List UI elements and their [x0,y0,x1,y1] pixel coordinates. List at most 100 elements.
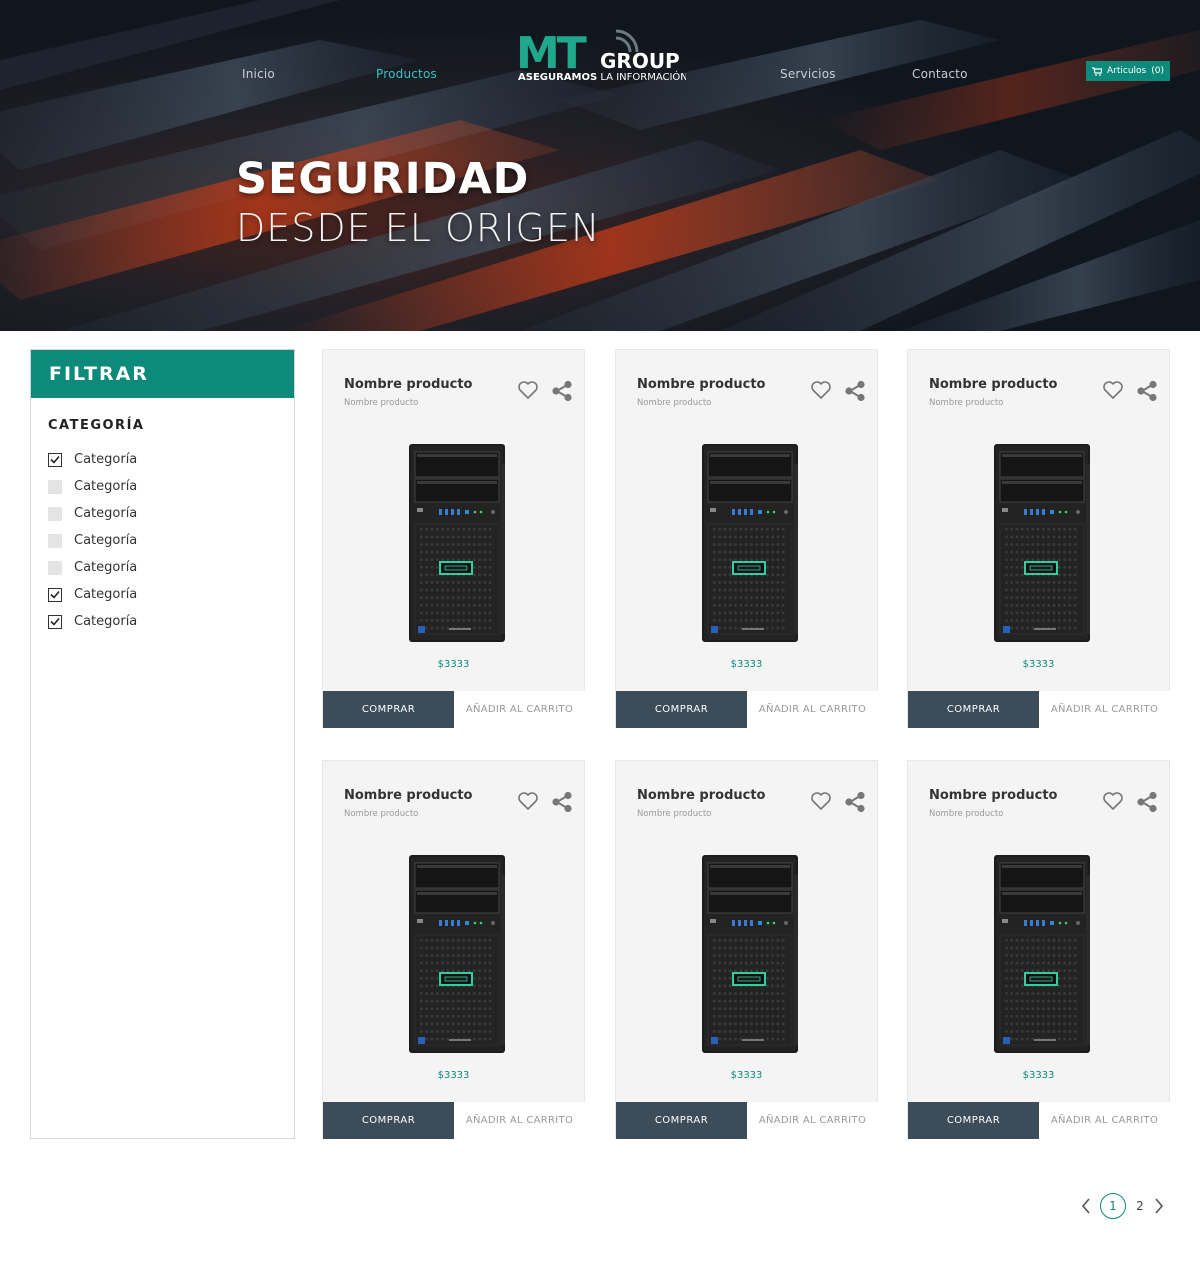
share-icon[interactable] [1136,380,1158,402]
category-label: Categoría [74,452,138,467]
checkbox-unchecked[interactable] [48,560,62,575]
share-icon[interactable] [844,380,866,402]
product-price: $3333 [437,659,470,670]
product-subtitle: Nombre producto [344,809,419,819]
share-icon[interactable] [1136,791,1158,813]
product-name[interactable]: Nombre producto [637,377,765,392]
checkbox-unchecked[interactable] [48,506,62,521]
logo-tagline-bold: ASEGURAMOS [518,72,597,83]
category-filter-item[interactable]: Categoría [48,500,278,527]
category-filter-item[interactable]: Categoría [48,608,278,635]
product-price: $3333 [730,1070,763,1081]
filter-sidebar: FILTRAR CATEGORÍA Categoría Categoría Cate… [30,349,295,1139]
category-label: Categoría [74,614,138,629]
category-filter-item[interactable]: Categoría [48,581,278,608]
category-filter-item[interactable]: Categoría [48,554,278,581]
mt-group-logo[interactable]: MT GROUP ASEGURAMOS LA INFORMACIÓN [516,26,688,84]
product-name[interactable]: Nombre producto [637,788,765,803]
checkbox-checked[interactable] [48,614,62,629]
category-label: Categoría [74,587,138,602]
add-to-cart-button[interactable]: AÑADIR AL CARRITO [747,1102,878,1139]
hero-subtitle: DESDE EL ORIGEN [236,206,601,250]
page-2-button[interactable]: 2 [1132,1193,1148,1219]
checkbox-checked[interactable] [48,587,62,602]
share-icon[interactable] [551,380,573,402]
product-subtitle: Nombre producto [344,398,419,408]
product-name[interactable]: Nombre producto [929,788,1057,803]
heart-icon[interactable] [810,791,832,811]
checkmark-icon [50,590,60,599]
add-to-cart-button[interactable]: AÑADIR AL CARRITO [1039,691,1170,728]
checkmark-icon [50,617,60,626]
filter-header: FILTRAR [31,350,294,398]
server-tower-image [994,855,1090,1053]
product-subtitle: Nombre producto [929,809,1004,819]
product-name[interactable]: Nombre producto [344,788,472,803]
heart-icon[interactable] [517,380,539,400]
product-price: $3333 [1022,659,1055,670]
buy-button[interactable]: COMPRAR [323,1102,454,1139]
share-icon[interactable] [844,791,866,813]
chevron-right-icon[interactable] [1153,1196,1165,1216]
category-filter-item[interactable]: Categoría [48,473,278,500]
server-tower-image [409,444,505,642]
product-card[interactable]: Nombre producto Nombre producto $3333 CO… [322,760,585,1139]
checkbox-unchecked[interactable] [48,533,62,548]
cart-count: (0) [1151,66,1164,76]
product-name[interactable]: Nombre producto [344,377,472,392]
product-subtitle: Nombre producto [637,398,712,408]
checkbox-unchecked[interactable] [48,479,62,494]
product-subtitle: Nombre producto [637,809,712,819]
buy-button[interactable]: COMPRAR [323,691,454,728]
shopping-cart-icon [1092,66,1102,76]
buy-button[interactable]: COMPRAR [908,691,1039,728]
svg-text:ASEGURAMOS LA INFORMACIÓN: ASEGURAMOS LA INFORMACIÓN [518,70,686,83]
cart-label: Articulos [1107,66,1147,76]
buy-button[interactable]: COMPRAR [908,1102,1039,1139]
category-heading: CATEGORÍA [48,418,145,433]
hero-title: SEGURIDAD [236,154,530,204]
nav-servicios[interactable]: Servicios [780,67,836,81]
logo-tagline-rest: LA INFORMACIÓN [597,70,686,83]
product-card[interactable]: Nombre producto Nombre producto $3333 CO… [322,349,585,728]
heart-icon[interactable] [1102,380,1124,400]
heart-icon[interactable] [1102,791,1124,811]
nav-contacto[interactable]: Contacto [912,67,968,81]
product-name[interactable]: Nombre producto [929,377,1057,392]
product-card[interactable]: Nombre producto Nombre producto $3333 CO… [615,349,878,728]
share-icon[interactable] [551,791,573,813]
checkmark-icon [50,455,60,464]
category-filter-item[interactable]: Categoría [48,446,278,473]
buy-button[interactable]: COMPRAR [616,1102,747,1139]
category-label: Categoría [74,533,138,548]
add-to-cart-button[interactable]: AÑADIR AL CARRITO [454,1102,585,1139]
category-label: Categoría [74,560,138,575]
category-label: Categoría [74,479,138,494]
product-card[interactable]: Nombre producto Nombre producto $3333 CO… [907,760,1170,1139]
product-card[interactable]: Nombre producto Nombre producto $3333 CO… [615,760,878,1139]
heart-icon[interactable] [810,380,832,400]
product-card[interactable]: Nombre producto Nombre producto $3333 CO… [907,349,1170,728]
cart-button[interactable]: Articulos (0) [1086,61,1170,81]
server-tower-image [702,444,798,642]
chevron-left-icon[interactable] [1080,1196,1092,1216]
product-price: $3333 [730,659,763,670]
product-price: $3333 [1022,1070,1055,1081]
heart-icon[interactable] [517,791,539,811]
category-label: Categoría [74,506,138,521]
category-filter-item[interactable]: Categoría [48,527,278,554]
add-to-cart-button[interactable]: AÑADIR AL CARRITO [1039,1102,1170,1139]
hero-banner: Inicio Productos Servicios Contacto MT G… [0,0,1200,331]
add-to-cart-button[interactable]: AÑADIR AL CARRITO [454,691,585,728]
nav-productos[interactable]: Productos [376,67,437,81]
buy-button[interactable]: COMPRAR [616,691,747,728]
product-price: $3333 [437,1070,470,1081]
nav-inicio[interactable]: Inicio [242,67,275,81]
add-to-cart-button[interactable]: AÑADIR AL CARRITO [747,691,878,728]
checkbox-checked[interactable] [48,452,62,467]
server-tower-image [994,444,1090,642]
logo-group-text: GROUP [600,49,680,73]
page-1-button[interactable]: 1 [1100,1193,1126,1219]
server-tower-image [702,855,798,1053]
server-tower-image [409,855,505,1053]
